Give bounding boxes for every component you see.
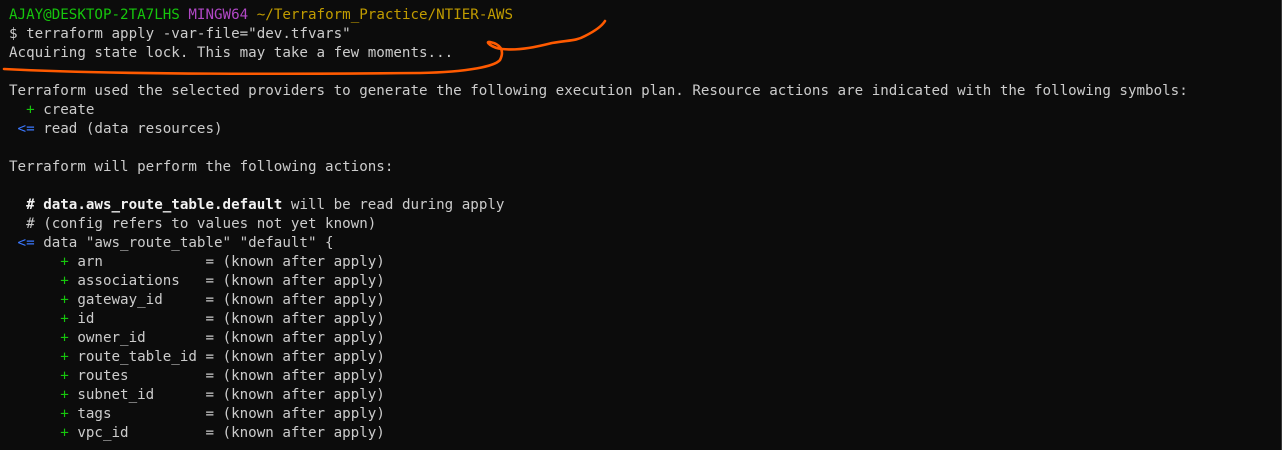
prompt-user-host: AJAY@DESKTOP-2TA7LHS — [9, 7, 180, 23]
attribute-padding — [146, 330, 206, 346]
attribute-row-tags: + tags = (known after apply) — [9, 405, 1281, 424]
command-line: $ terraform apply -var-file="dev.tfvars" — [9, 25, 1281, 44]
attribute-row-id: + id = (known after apply) — [9, 310, 1281, 329]
attribute-name: gateway_id — [77, 292, 163, 308]
config-note: (config refers to values not yet known) — [43, 216, 377, 232]
attribute-value: = (known after apply) — [205, 311, 385, 327]
attribute-row-gateway-id: + gateway_id = (known after apply) — [9, 291, 1281, 310]
attribute-name: arn — [77, 254, 103, 270]
attribute-padding — [129, 368, 206, 384]
attribute-row-vpc-id: + vpc_id = (known after apply) — [9, 424, 1281, 443]
create-symbol: + — [26, 102, 35, 118]
attribute-name: subnet_id — [77, 387, 155, 403]
symbol-read-line: <= read (data resources) — [9, 120, 1281, 139]
command-text: terraform apply -var-file="dev.tfvars" — [26, 26, 351, 42]
lock-message: Acquiring state lock. This may take a fe… — [9, 45, 454, 61]
attribute-value: = (known after apply) — [205, 254, 385, 270]
attribute-padding — [94, 311, 205, 327]
attribute-padding — [180, 273, 206, 289]
attribute-padding — [129, 425, 206, 441]
create-symbol: + — [60, 292, 69, 308]
create-symbol: + — [60, 311, 69, 327]
attribute-value: = (known after apply) — [205, 330, 385, 346]
attribute-row-owner-id: + owner_id = (known after apply) — [9, 329, 1281, 348]
attribute-row-routes: + routes = (known after apply) — [9, 367, 1281, 386]
attribute-value: = (known after apply) — [205, 368, 385, 384]
plan-intro: Terraform used the selected providers to… — [9, 83, 1188, 99]
attribute-value: = (known after apply) — [205, 387, 385, 403]
symbol-create-line: + create — [9, 101, 1281, 120]
attribute-value: = (known after apply) — [205, 292, 385, 308]
create-label: create — [43, 102, 95, 118]
attribute-padding — [112, 406, 206, 422]
prompt-cwd: ~/Terraform_Practice/NTIER-AWS — [256, 7, 513, 23]
comment-hash: # — [26, 216, 35, 232]
resource-address: data.aws_route_table.default — [43, 197, 283, 213]
create-symbol: + — [60, 254, 69, 270]
prompt-shell: MINGW64 — [188, 7, 249, 23]
resource-comment-line: # data.aws_route_table.default will be r… — [9, 196, 1281, 215]
attribute-name: tags — [77, 406, 112, 422]
create-symbol: + — [60, 349, 69, 365]
create-symbol: + — [60, 368, 69, 384]
comment-hash: # — [26, 197, 35, 213]
attribute-name: route_table_id — [77, 349, 197, 365]
attribute-name: routes — [77, 368, 129, 384]
attribute-name: owner_id — [77, 330, 146, 346]
attribute-name: id — [77, 311, 95, 327]
read-label: read (data resources) — [43, 121, 223, 137]
attribute-value: = (known after apply) — [205, 273, 385, 289]
attribute-name: associations — [77, 273, 180, 289]
attribute-padding — [163, 292, 206, 308]
attribute-row-subnet-id: + subnet_id = (known after apply) — [9, 386, 1281, 405]
terminal-output: AJAY@DESKTOP-2TA7LHS MINGW64 ~/Terraform… — [9, 6, 1281, 443]
prompt-symbol: $ — [9, 26, 18, 42]
attribute-value: = (known after apply) — [205, 425, 385, 441]
prompt-line: AJAY@DESKTOP-2TA7LHS MINGW64 ~/Terraform… — [9, 6, 1281, 25]
attribute-row-associations: + associations = (known after apply) — [9, 272, 1281, 291]
create-symbol: + — [60, 406, 69, 422]
config-note-line: # (config refers to values not yet known… — [9, 215, 1281, 234]
create-symbol: + — [60, 330, 69, 346]
attribute-value: = (known after apply) — [205, 349, 385, 365]
attribute-padding — [103, 254, 206, 270]
read-symbol: <= — [17, 121, 35, 137]
attribute-row-route-table-id: + route_table_id = (known after apply) — [9, 348, 1281, 367]
attribute-padding — [154, 387, 205, 403]
resource-declaration: data "aws_route_table" "default" { — [43, 235, 334, 251]
create-symbol: + — [60, 387, 69, 403]
resource-declaration-line: <= data "aws_route_table" "default" { — [9, 234, 1281, 253]
create-symbol: + — [60, 425, 69, 441]
attribute-value: = (known after apply) — [205, 406, 385, 422]
create-symbol: + — [60, 273, 69, 289]
attribute-name: vpc_id — [77, 425, 129, 441]
resource-read-note: will be read during apply — [282, 197, 505, 213]
read-symbol: <= — [17, 235, 35, 251]
actions-header: Terraform will perform the following act… — [9, 159, 394, 175]
attribute-list: + arn = (known after apply) + associatio… — [9, 253, 1281, 443]
terminal-window[interactable]: AJAY@DESKTOP-2TA7LHS MINGW64 ~/Terraform… — [0, 0, 1282, 450]
attribute-row-arn: + arn = (known after apply) — [9, 253, 1281, 272]
